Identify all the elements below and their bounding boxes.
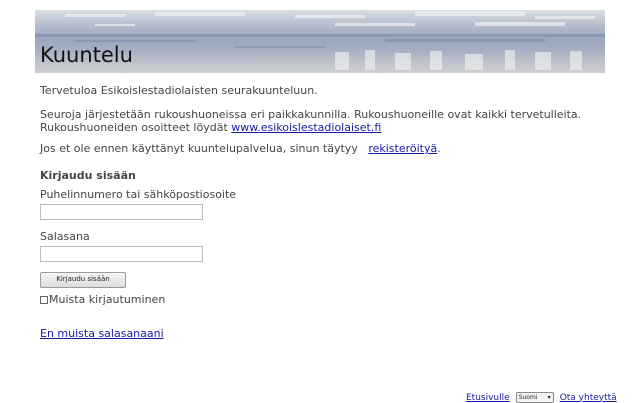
- forgot-password-link[interactable]: En muista salasanaani: [40, 327, 164, 340]
- username-label: Puhelinnumero tai sähköpostiosoite: [40, 188, 237, 201]
- remember-checkbox[interactable]: [40, 295, 48, 304]
- language-select[interactable]: Suomi ▾: [515, 392, 554, 403]
- contact-link[interactable]: Ota yhteyttä: [560, 393, 617, 403]
- register-link[interactable]: rekisteröityä: [368, 142, 437, 155]
- intro-text: Tervetuloa Esikoislestadiolaisten seurak…: [40, 84, 318, 97]
- register-prefix: Jos et ole ennen käyttänyt kuuntelupalve…: [40, 142, 362, 155]
- header-banner: Kuuntelu: [35, 10, 605, 73]
- page-title: Kuuntelu: [40, 43, 133, 67]
- password-input[interactable]: [40, 246, 203, 262]
- home-link[interactable]: Etusivulle: [466, 393, 510, 403]
- services-line2-prefix: Rukoushuoneiden osoitteet löydät: [40, 121, 232, 134]
- login-button[interactable]: Kirjaudu sisään: [40, 272, 126, 288]
- services-info: Seuroja järjestetään rukoushuoneissa eri…: [40, 108, 581, 134]
- register-suffix: .: [437, 142, 441, 155]
- services-line2: Rukoushuoneiden osoitteet löydät www.esi…: [40, 121, 581, 134]
- remember-label: Muista kirjautuminen: [49, 293, 166, 306]
- register-info: Jos et ole ennen käyttänyt kuuntelupalve…: [40, 142, 441, 155]
- password-label: Salasana: [40, 230, 90, 243]
- username-input[interactable]: [40, 204, 203, 220]
- services-line1: Seuroja järjestetään rukoushuoneissa eri…: [40, 108, 582, 121]
- remember-row: Muista kirjautuminen: [40, 293, 165, 306]
- website-link[interactable]: www.esikoislestadiolaiset.fi: [231, 121, 381, 134]
- footer: Etusivulle Suomi ▾ Ota yhteyttä: [466, 392, 617, 403]
- login-heading: Kirjaudu sisään: [40, 169, 136, 182]
- chevron-down-icon: ▾: [547, 394, 551, 401]
